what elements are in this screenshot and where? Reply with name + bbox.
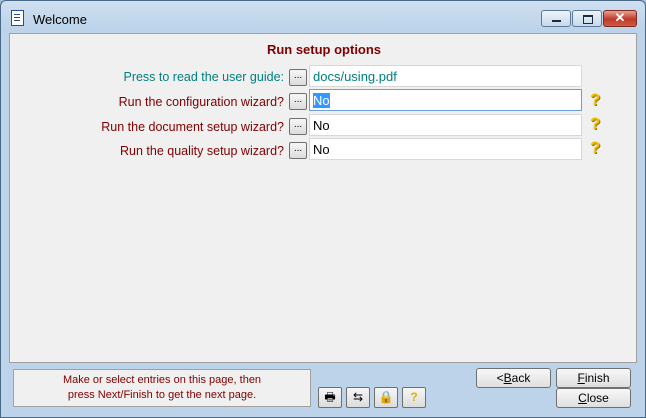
help-icon[interactable]: ?: [590, 90, 600, 110]
minimize-button[interactable]: [541, 10, 571, 27]
hint-line-1: Make or select entries on this page, the…: [62, 374, 262, 386]
config-wizard-field[interactable]: No: [309, 89, 582, 111]
quality-wizard-label: Run the quality setup wizard?: [120, 144, 284, 158]
back-label: ack: [511, 371, 531, 385]
user-guide-field[interactable]: docs/using.pdf: [309, 65, 582, 87]
help-button[interactable]: ?: [402, 387, 426, 408]
document-wizard-field[interactable]: No: [309, 114, 582, 136]
back-arrow: <: [496, 371, 504, 385]
hint-line-2: press Next/Finish to get the next page.: [67, 389, 257, 401]
print-button[interactable]: 🖶: [318, 387, 342, 408]
config-wizard-select-button[interactable]: ...: [289, 93, 307, 110]
config-wizard-label: Run the configuration wizard?: [118, 95, 284, 109]
quality-wizard-select-button[interactable]: ...: [289, 142, 307, 159]
setup-options-panel: Run setup options Press to read the user…: [9, 33, 637, 363]
config-wizard-value: No: [313, 93, 330, 108]
document-wizard-select-button[interactable]: ...: [289, 118, 307, 135]
maximize-icon: [583, 15, 593, 24]
help-icon[interactable]: ?: [590, 114, 600, 134]
document-icon: [11, 10, 24, 26]
welcome-window: Welcome ✕ Run setup options Press to rea…: [0, 0, 646, 418]
back-button[interactable]: <Back: [476, 368, 551, 388]
help-icon: ?: [410, 390, 418, 404]
quality-wizard-field[interactable]: No: [309, 138, 582, 160]
finish-label: inish: [584, 371, 610, 385]
wizard-footer: Make or select entries on this page, the…: [9, 363, 637, 411]
printer-icon: 🖶: [324, 390, 336, 404]
user-guide-browse-button[interactable]: ...: [289, 69, 307, 86]
finish-mnemonic: F: [577, 371, 585, 385]
lock-button[interactable]: 🔒: [374, 387, 398, 408]
instructions-box: Make or select entries on this page, the…: [13, 369, 311, 407]
window-title: Welcome: [33, 12, 87, 27]
compare-button[interactable]: ⇆: [346, 387, 370, 408]
document-wizard-label: Run the document setup wizard?: [101, 120, 284, 134]
minimize-icon: [552, 20, 561, 22]
back-mnemonic: B: [503, 371, 512, 385]
close-mnemonic: C: [578, 391, 587, 405]
page-title: Run setup options: [266, 42, 382, 57]
lock-icon: 🔒: [378, 390, 394, 404]
finish-button[interactable]: Finish: [556, 368, 631, 388]
title-bar[interactable]: Welcome ✕: [1, 1, 645, 33]
close-window-button[interactable]: ✕: [603, 10, 637, 27]
close-icon: ✕: [614, 10, 626, 25]
maximize-button[interactable]: [572, 10, 602, 27]
user-guide-label[interactable]: Press to read the user guide:: [123, 70, 284, 84]
close-label: lose: [586, 391, 609, 405]
close-button[interactable]: Close: [556, 388, 631, 408]
help-icon[interactable]: ?: [590, 138, 600, 158]
compare-pages-icon: ⇆: [352, 390, 364, 404]
